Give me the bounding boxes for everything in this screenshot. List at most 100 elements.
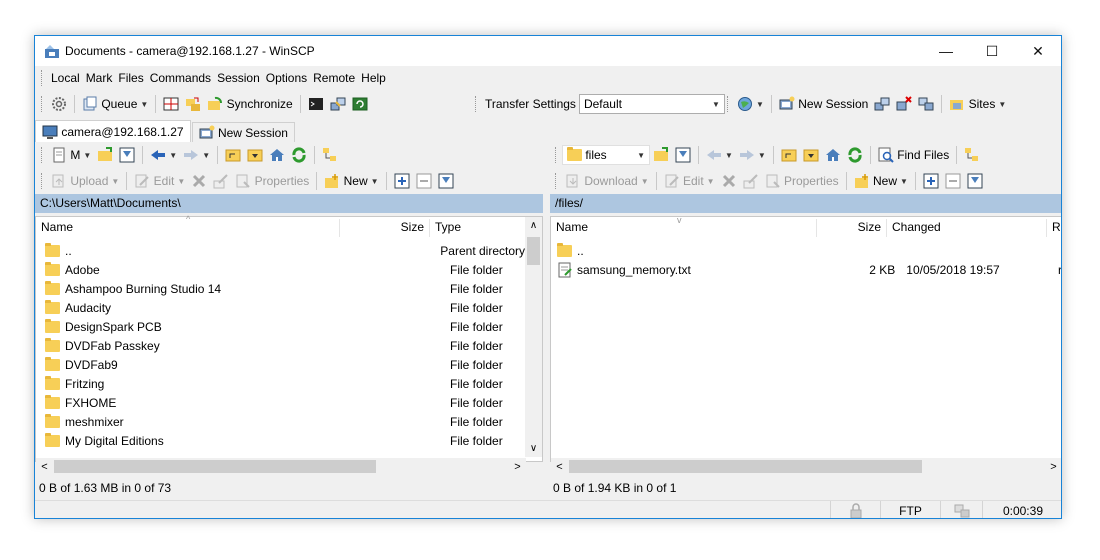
preferences-button[interactable] xyxy=(48,93,70,115)
sites-button[interactable]: Sites ▼ xyxy=(946,93,1009,115)
maximize-button[interactable]: ☐ xyxy=(969,36,1015,66)
left-filter-select-button[interactable] xyxy=(435,170,457,192)
left-new-button[interactable]: New ▼ xyxy=(321,170,381,192)
left-forward-button[interactable]: ▼ xyxy=(180,144,213,166)
table-row[interactable]: FXHOME File folder xyxy=(45,393,525,412)
right-directory-select[interactable]: files ▼ xyxy=(562,145,650,165)
console-button[interactable] xyxy=(305,93,327,115)
column-type[interactable]: Type xyxy=(430,219,526,237)
right-horizontal-scrollbar[interactable]: < > xyxy=(551,458,1061,475)
left-parent-directory-button[interactable] xyxy=(222,144,244,166)
right-delete-button[interactable] xyxy=(718,170,740,192)
left-filter-button[interactable] xyxy=(116,144,138,166)
left-back-button[interactable]: ▼ xyxy=(147,144,180,166)
menu-help[interactable]: Help xyxy=(358,71,389,85)
menu-commands[interactable]: Commands xyxy=(147,71,214,85)
right-edit-button[interactable]: Edit ▼ xyxy=(661,170,718,192)
scroll-left-arrow-icon[interactable]: < xyxy=(36,461,53,473)
right-back-button[interactable]: ▼ xyxy=(703,144,736,166)
sync-browse-button[interactable] xyxy=(182,93,204,115)
left-unselect-all-button[interactable] xyxy=(413,170,435,192)
menu-mark[interactable]: Mark xyxy=(83,71,116,85)
table-row[interactable]: samsung_memory.txt 2 KB 10/05/2018 19:57 r xyxy=(557,260,1061,279)
column-name[interactable]: Name ^ xyxy=(36,214,340,237)
parent-directory-row[interactable]: .. Parent directory xyxy=(45,241,525,260)
close-button[interactable]: ✕ xyxy=(1015,36,1061,66)
parent-directory-row[interactable]: .. xyxy=(557,241,1061,260)
toolbar-grip[interactable] xyxy=(555,173,558,189)
right-filter-select-button[interactable] xyxy=(964,170,986,192)
right-open-directory-button[interactable] xyxy=(650,144,672,166)
disconnect-button[interactable] xyxy=(893,93,915,115)
right-select-all-button[interactable] xyxy=(920,170,942,192)
queue-button[interactable]: Queue ▼ xyxy=(79,93,151,115)
scroll-right-arrow-icon[interactable]: > xyxy=(509,461,526,473)
menu-options[interactable]: Options xyxy=(263,71,310,85)
toolbar-grip[interactable] xyxy=(555,147,558,163)
scroll-up-arrow-icon[interactable]: ∧ xyxy=(525,217,542,234)
toolbar-grip[interactable] xyxy=(41,96,44,112)
scroll-right-arrow-icon[interactable]: > xyxy=(1045,461,1061,473)
tab-camera-session[interactable]: camera@192.168.1.27 xyxy=(35,120,191,142)
column-changed[interactable]: Changed xyxy=(887,219,1047,237)
left-path-bar[interactable]: C:\Users\Matt\Documents\ xyxy=(35,194,543,213)
toolbar-grip[interactable] xyxy=(41,147,44,163)
minimize-button[interactable]: — xyxy=(923,36,969,66)
left-vertical-scroll-thumb[interactable] xyxy=(527,237,540,265)
download-button[interactable]: Download ▼ xyxy=(562,170,652,192)
menu-session[interactable]: Session xyxy=(214,71,263,85)
left-home-button[interactable] xyxy=(266,144,288,166)
left-open-directory-button[interactable] xyxy=(94,144,116,166)
table-row[interactable]: meshmixer File folder xyxy=(45,412,525,431)
left-select-all-button[interactable] xyxy=(391,170,413,192)
column-size[interactable]: Size xyxy=(340,219,430,237)
upload-button[interactable]: Upload ▼ xyxy=(48,170,122,192)
table-row[interactable]: Ashampoo Burning Studio 14 File folder xyxy=(45,279,525,298)
menu-files[interactable]: Files xyxy=(115,71,146,85)
left-vertical-scrollbar[interactable]: ∧ ∨ xyxy=(525,217,542,457)
left-refresh-button[interactable] xyxy=(288,144,310,166)
right-properties-button[interactable]: Properties xyxy=(762,170,842,192)
right-new-button[interactable]: New ▼ xyxy=(851,170,911,192)
find-files-button[interactable]: Find Files xyxy=(875,144,952,166)
table-row[interactable]: Fritzing File folder xyxy=(45,374,525,393)
new-session-button[interactable]: New Session xyxy=(776,93,871,115)
scroll-left-arrow-icon[interactable]: < xyxy=(551,461,568,473)
toolbar-grip[interactable] xyxy=(41,70,44,86)
menu-remote[interactable]: Remote xyxy=(310,71,358,85)
toolbar-grip[interactable] xyxy=(475,96,478,112)
toolbar-grip[interactable] xyxy=(41,173,44,189)
left-horizontal-scrollbar[interactable]: < > xyxy=(36,458,526,475)
sessions-button[interactable] xyxy=(915,93,937,115)
right-unselect-all-button[interactable] xyxy=(942,170,964,192)
right-tree-button[interactable] xyxy=(961,144,983,166)
column-size[interactable]: Size xyxy=(817,219,887,237)
putty-button[interactable] xyxy=(327,93,349,115)
left-edit-button[interactable]: Edit ▼ xyxy=(131,170,188,192)
left-properties-button[interactable]: Properties xyxy=(232,170,312,192)
left-horizontal-scroll-thumb[interactable] xyxy=(54,460,376,473)
right-horizontal-scroll-thumb[interactable] xyxy=(569,460,922,473)
tab-new-session[interactable]: New Session xyxy=(191,122,295,142)
left-rename-button[interactable] xyxy=(210,170,232,192)
right-rename-button[interactable] xyxy=(740,170,762,192)
table-row[interactable]: DVDFab9 File folder xyxy=(45,355,525,374)
left-root-directory-button[interactable] xyxy=(244,144,266,166)
left-delete-button[interactable] xyxy=(188,170,210,192)
globe-button[interactable]: ▼ xyxy=(734,93,767,115)
compare-directories-button[interactable] xyxy=(160,93,182,115)
right-home-button[interactable] xyxy=(822,144,844,166)
scroll-down-arrow-icon[interactable]: ∨ xyxy=(525,440,542,457)
right-refresh-button[interactable] xyxy=(844,144,866,166)
refresh-session-button[interactable] xyxy=(349,93,371,115)
column-rights[interactable]: R xyxy=(1047,219,1061,237)
connect-button[interactable] xyxy=(871,93,893,115)
right-forward-button[interactable]: ▼ xyxy=(736,144,769,166)
right-filter-button[interactable] xyxy=(672,144,694,166)
right-path-bar[interactable]: /files/ xyxy=(550,194,1061,213)
table-row[interactable]: Adobe File folder xyxy=(45,260,525,279)
synchronize-button[interactable]: Synchronize xyxy=(204,93,295,115)
table-row[interactable]: DesignSpark PCB File folder xyxy=(45,317,525,336)
table-row[interactable]: My Digital Editions File folder xyxy=(45,431,525,450)
table-row[interactable]: DVDFab Passkey File folder xyxy=(45,336,525,355)
